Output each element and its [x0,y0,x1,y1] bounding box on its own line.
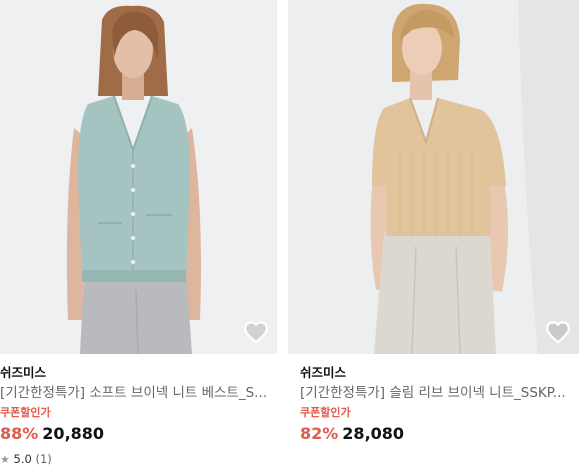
product-photo-beige-knit [288,0,579,354]
discount-rate: 88% [0,424,39,443]
rating-score: 5.0 [13,452,32,466]
product-info: 쉬즈미스 [기간한정특가] 소프트 브이넥 니트 베스트_S... 쿠폰할인가 … [0,354,277,469]
heart-icon[interactable] [243,320,269,344]
heart-icon[interactable] [545,320,571,344]
product-photo-mint-vest [0,0,277,354]
brand-name[interactable]: 쉬즈미스 [0,364,277,382]
sale-price: 20,880 [42,424,105,443]
price-line: 88% 20,880 [0,422,277,446]
coupon-price-label: 쿠폰할인가 [0,406,51,419]
product-card[interactable]: 쉬즈미스 [기간한정특가] 소프트 브이넥 니트 베스트_S... 쿠폰할인가 … [0,0,277,469]
brand-name[interactable]: 쉬즈미스 [300,364,579,382]
sale-price: 28,080 [342,424,405,443]
rating: ★ 5.0 (1) [0,449,277,469]
product-title[interactable]: [기간한정특가] 소프트 브이넥 니트 베스트_S... [0,382,272,404]
product-title[interactable]: [기간한정특가] 슬림 리브 브이넥 니트_SSKP... [300,382,576,404]
product-image[interactable] [0,0,277,354]
coupon-price-label: 쿠폰할인가 [300,406,351,419]
price-line: 82% 28,080 [300,422,579,446]
product-grid: 쉬즈미스 [기간한정특가] 소프트 브이넥 니트 베스트_S... 쿠폰할인가 … [0,0,579,472]
product-info: 쉬즈미스 [기간한정특가] 슬림 리브 브이넥 니트_SSKP... 쿠폰할인가… [288,354,579,446]
product-image[interactable] [288,0,579,354]
star-icon: ★ [0,453,10,466]
product-card[interactable]: 쉬즈미스 [기간한정특가] 슬림 리브 브이넥 니트_SSKP... 쿠폰할인가… [288,0,579,446]
review-count: (1) [35,452,52,466]
discount-rate: 82% [300,424,339,443]
